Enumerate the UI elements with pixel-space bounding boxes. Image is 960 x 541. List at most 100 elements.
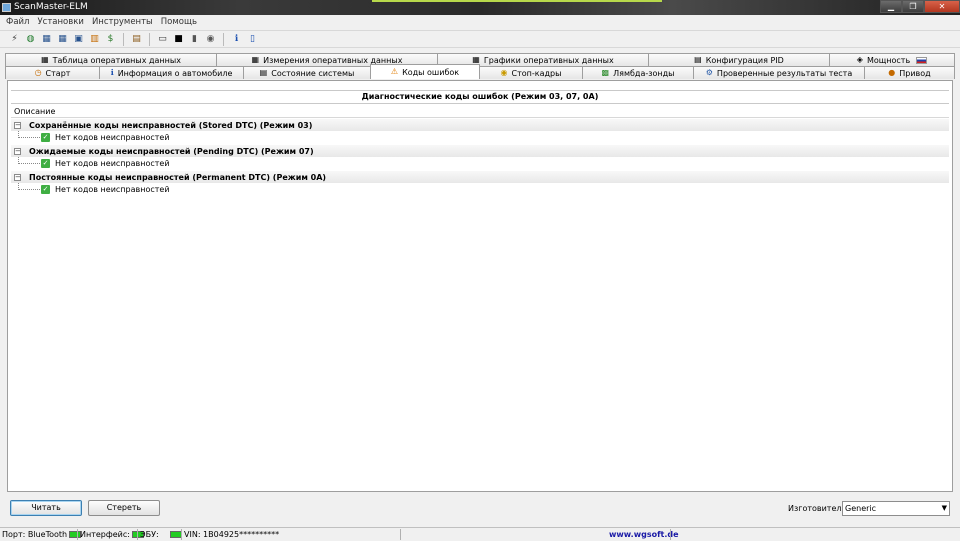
tab-freeze-frames[interactable]: ◉ Стоп-кадры bbox=[479, 66, 583, 79]
maximize-button[interactable]: ❐ bbox=[902, 0, 924, 13]
ok-check-icon: ✓ bbox=[41, 185, 50, 194]
dtc-tree: − Сохранённые коды неисправностей (Store… bbox=[11, 119, 949, 197]
freeze-frame-icon: ◉ bbox=[500, 68, 508, 77]
group-title: Постоянные коды неисправностей (Permanen… bbox=[29, 172, 327, 182]
terminal-icon[interactable]: ■ bbox=[172, 33, 185, 46]
toolbar: ⚡ ◍ ▦ ▦ ▣ ▥ $ ▤ ▭ ■ ▮ ◉ ℹ ▯ bbox=[0, 30, 960, 48]
clipboard-icon[interactable]: ▤ bbox=[130, 33, 143, 46]
menu-help[interactable]: Помощь bbox=[157, 15, 201, 29]
column-header-description[interactable]: Описание bbox=[14, 107, 55, 116]
tree-item-label: Нет кодов неисправностей bbox=[55, 133, 170, 142]
toolbar-separator bbox=[123, 32, 124, 46]
tree-connector bbox=[18, 157, 40, 164]
disc-icon[interactable]: ◉ bbox=[204, 33, 217, 46]
table2-icon[interactable]: ▦ bbox=[56, 33, 69, 46]
tree-item[interactable]: ✓ Нет кодов неисправностей bbox=[11, 157, 949, 170]
column-divider bbox=[11, 117, 949, 118]
status-interface: Интерфейс: bbox=[80, 530, 144, 539]
group-permanent-dtc[interactable]: − Постоянные коды неисправностей (Perman… bbox=[11, 171, 949, 183]
status-separator bbox=[137, 529, 138, 540]
tab-pid-config[interactable]: ▤ Конфигурация PID bbox=[648, 53, 830, 66]
sensor-icon: ▩ bbox=[601, 68, 610, 77]
connect-icon[interactable]: ⚡ bbox=[8, 33, 21, 46]
tab-o2-sensors[interactable]: ▩ Лямбда-зонды bbox=[582, 66, 694, 79]
book-icon[interactable]: ▯ bbox=[246, 33, 259, 46]
tab-label: Старт bbox=[45, 68, 71, 78]
collapse-icon[interactable]: − bbox=[14, 121, 21, 129]
tab-power[interactable]: ◈ Мощность bbox=[829, 53, 955, 66]
tabs-row-1: ▦ Таблица оперативных данных ▦ Измерения… bbox=[0, 53, 960, 66]
tab-vehicle-info[interactable]: ℹ Информация о автомобиле bbox=[99, 66, 244, 79]
erase-button[interactable]: Стереть bbox=[88, 500, 160, 516]
tab-label: Привод bbox=[899, 68, 931, 78]
trouble-codes-panel: Диагностические коды ошибок (Режим 03, 0… bbox=[7, 80, 953, 492]
tab-trouble-codes[interactable]: ⚠ Коды ошибок bbox=[370, 64, 480, 79]
manufacturer-value: Generic bbox=[845, 504, 877, 513]
battery-icon[interactable]: ▮ bbox=[188, 33, 201, 46]
read-button[interactable]: Читать bbox=[10, 500, 82, 516]
status-ecu: ЭБУ: bbox=[140, 530, 182, 539]
tab-live-data-table[interactable]: ▦ Таблица оперативных данных bbox=[5, 53, 217, 66]
ok-check-icon: ✓ bbox=[41, 159, 50, 168]
tab-actuator[interactable]: ● Привод bbox=[864, 66, 955, 79]
info-icon: ℹ bbox=[110, 68, 114, 77]
tab-test-results[interactable]: ⚙ Проверенные результаты теста bbox=[693, 66, 865, 79]
ok-check-icon: ✓ bbox=[41, 133, 50, 142]
collapse-icon[interactable]: − bbox=[14, 147, 21, 155]
status-separator bbox=[77, 529, 78, 540]
gauge-icon[interactable]: ▣ bbox=[72, 33, 85, 46]
minimize-button[interactable]: ▁ bbox=[880, 0, 902, 13]
menu-tools[interactable]: Инструменты bbox=[88, 15, 157, 29]
panel-title: Диагностические коды ошибок (Режим 03, 0… bbox=[11, 90, 949, 104]
window-controls: ▁ ❐ ✕ bbox=[880, 0, 960, 13]
chart-icon[interactable]: ▥ bbox=[88, 33, 101, 46]
tree-item-label: Нет кодов неисправностей bbox=[55, 185, 170, 194]
window-icon[interactable]: ▭ bbox=[156, 33, 169, 46]
menu-file[interactable]: Файл bbox=[2, 15, 33, 29]
tab-label: Стоп-кадры bbox=[511, 68, 562, 78]
group-pending-dtc[interactable]: − Ожидаемые коды неисправностей (Pending… bbox=[11, 145, 949, 157]
money-icon[interactable]: $ bbox=[104, 33, 117, 46]
menu-settings[interactable]: Установки bbox=[33, 15, 87, 29]
tabs-row-2: ◷ Старт ℹ Информация о автомобиле ▤ Сост… bbox=[0, 64, 960, 79]
ecu-text: ЭБУ: bbox=[140, 530, 159, 539]
manufacturer-label: Изготовитель bbox=[788, 504, 847, 513]
group-stored-dtc[interactable]: − Сохранённые коды неисправностей (Store… bbox=[11, 119, 949, 131]
tree-connector bbox=[18, 183, 40, 190]
power-icon: ◈ bbox=[856, 55, 863, 64]
tree-item[interactable]: ✓ Нет кодов неисправностей bbox=[11, 131, 949, 144]
chevron-down-icon[interactable]: ▼ bbox=[942, 502, 947, 515]
title-accent bbox=[372, 0, 662, 2]
status-icon: ▤ bbox=[259, 68, 268, 77]
table-icon: ▦ bbox=[41, 55, 49, 64]
tab-label: Конфигурация PID bbox=[705, 55, 784, 65]
menu-bar: Файл Установки Инструменты Помощь bbox=[0, 15, 960, 29]
collapse-icon[interactable]: − bbox=[14, 173, 21, 181]
tab-start[interactable]: ◷ Старт bbox=[5, 66, 100, 79]
manufacturer-select[interactable]: Generic ▼ bbox=[842, 501, 950, 516]
table-icon[interactable]: ▦ bbox=[40, 33, 53, 46]
tab-label: Коды ошибок bbox=[402, 67, 460, 77]
vin-text: VIN: 1B04925********** bbox=[184, 530, 280, 539]
status-separator bbox=[181, 529, 182, 540]
status-separator bbox=[400, 529, 401, 540]
tree-item[interactable]: ✓ Нет кодов неисправностей bbox=[11, 183, 949, 196]
gear-icon: ⚙ bbox=[705, 68, 713, 77]
status-port: Порт: BlueTooth bbox=[2, 530, 82, 539]
group-title: Ожидаемые коды неисправностей (Pending D… bbox=[29, 146, 314, 156]
status-separator bbox=[670, 529, 671, 540]
globe-icon[interactable]: ◍ bbox=[24, 33, 37, 46]
tab-system-status[interactable]: ▤ Состояние системы bbox=[243, 66, 371, 79]
start-icon: ◷ bbox=[34, 68, 42, 77]
info-icon[interactable]: ℹ bbox=[230, 33, 243, 46]
tab-label: Мощность bbox=[866, 55, 911, 65]
tab-label: Таблица оперативных данных bbox=[52, 55, 181, 65]
tab-label: Состояние системы bbox=[271, 68, 355, 78]
tab-label: Лямбда-зонды bbox=[613, 68, 675, 78]
close-button[interactable]: ✕ bbox=[924, 0, 960, 13]
graph-icon: ▦ bbox=[472, 55, 480, 64]
toolbar-separator bbox=[223, 32, 224, 46]
website-link[interactable]: www.wgsoft.de bbox=[609, 530, 679, 539]
tab-label: Информация о автомобиле bbox=[117, 68, 233, 78]
flag-icon bbox=[916, 56, 928, 64]
